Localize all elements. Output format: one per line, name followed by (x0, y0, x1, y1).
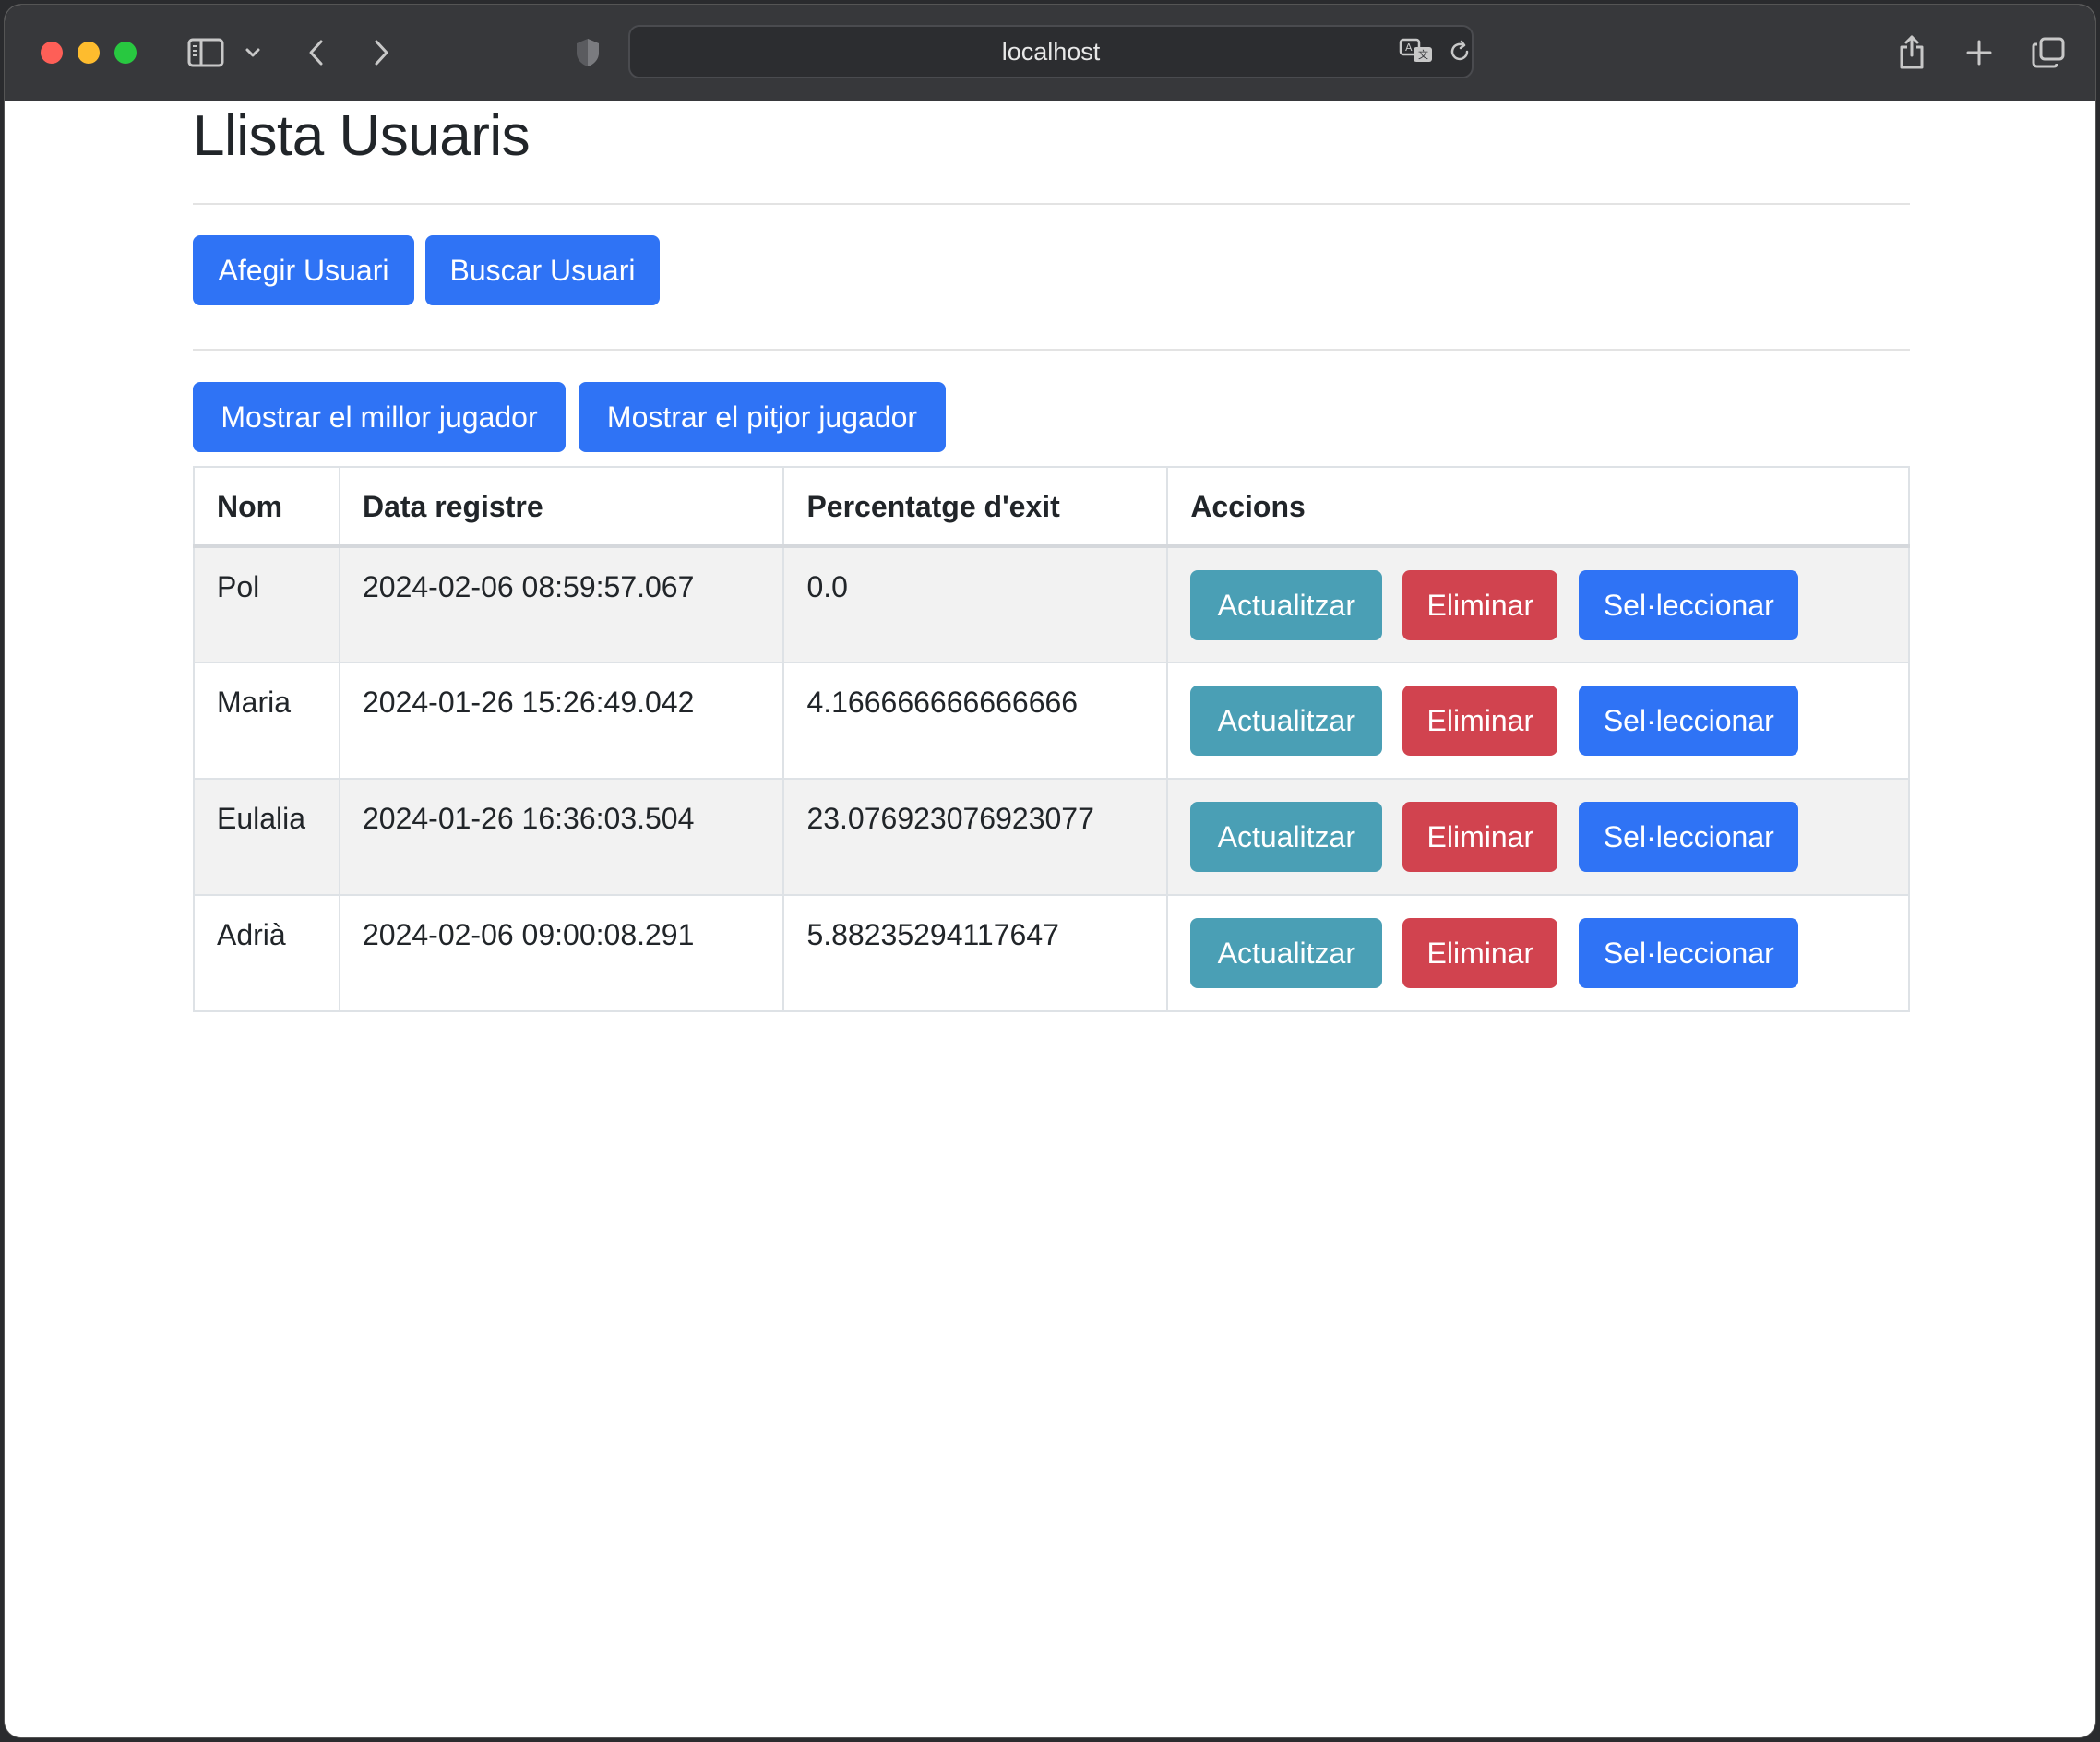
cell-percent: 0.0 (782, 545, 1169, 663)
search-user-button[interactable]: Buscar Usuari (425, 235, 660, 305)
new-tab-icon[interactable] (1964, 38, 1994, 67)
update-button[interactable]: Actualitzar (1190, 686, 1383, 756)
cell-date: 2024-01-26 15:26:49.042 (338, 662, 785, 780)
divider (193, 349, 1910, 351)
update-button[interactable]: Actualitzar (1190, 802, 1383, 872)
sidebar-icon[interactable] (185, 36, 226, 69)
delete-button[interactable]: Eliminar (1402, 570, 1558, 640)
shield-icon[interactable] (573, 36, 603, 69)
address-text: localhost (1001, 37, 1101, 66)
chevron-down-icon[interactable] (243, 43, 263, 62)
delete-button[interactable]: Eliminar (1402, 802, 1558, 872)
column-header-name: Nom (193, 466, 340, 548)
tabs-overview-icon[interactable] (2031, 36, 2066, 69)
reload-icon[interactable] (1446, 38, 1474, 66)
select-button[interactable]: Sel·leccionar (1579, 570, 1799, 640)
table-row: Eulalia 2024-01-26 16:36:03.504 23.07692… (193, 778, 1910, 896)
delete-button[interactable]: Eliminar (1402, 686, 1558, 756)
delete-button[interactable]: Eliminar (1402, 918, 1558, 988)
cell-percent: 5.88235294117647 (782, 894, 1169, 1012)
cell-actions: Actualitzar Eliminar Sel·leccionar (1166, 894, 1910, 1012)
cell-actions: Actualitzar Eliminar Sel·leccionar (1166, 545, 1910, 663)
cell-date: 2024-02-06 08:59:57.067 (338, 545, 785, 663)
column-header-actions: Accions (1166, 466, 1910, 548)
cell-name: Pol (193, 545, 340, 663)
cell-name: Adrià (193, 894, 340, 1012)
cell-actions: Actualitzar Eliminar Sel·leccionar (1166, 778, 1910, 896)
divider (193, 203, 1910, 205)
update-button[interactable]: Actualitzar (1190, 570, 1383, 640)
add-user-button[interactable]: Afegir Usuari (193, 235, 414, 305)
show-best-player-button[interactable]: Mostrar el millor jugador (193, 382, 566, 452)
browser-toolbar: localhost A文 (5, 5, 2095, 101)
cell-percent: 23.076923076923077 (782, 778, 1169, 896)
svg-text:文: 文 (1418, 48, 1428, 61)
cell-date: 2024-02-06 09:00:08.291 (338, 894, 785, 1012)
column-header-percent: Percentatge d'exit (782, 466, 1169, 548)
page-title: Llista Usuaris (193, 104, 531, 168)
show-worst-player-button[interactable]: Mostrar el pitjor jugador (579, 382, 946, 452)
cell-name: Eulalia (193, 778, 340, 896)
table-row: Maria 2024-01-26 15:26:49.042 4.16666666… (193, 662, 1910, 780)
select-button[interactable]: Sel·leccionar (1579, 918, 1799, 988)
users-table: Nom Data registre Percentatge d'exit Acc… (193, 466, 1910, 1012)
cell-date: 2024-01-26 16:36:03.504 (338, 778, 785, 896)
update-button[interactable]: Actualitzar (1190, 918, 1383, 988)
svg-text:A: A (1405, 42, 1413, 54)
table-row: Pol 2024-02-06 08:59:57.067 0.0 Actualit… (193, 545, 1910, 663)
cell-name: Maria (193, 662, 340, 780)
translate-icon[interactable]: A文 (1398, 34, 1435, 67)
column-header-date: Data registre (338, 466, 785, 548)
close-window-button[interactable] (41, 42, 63, 64)
address-bar[interactable]: localhost A文 (628, 25, 1474, 78)
table-header-row: Nom Data registre Percentatge d'exit Acc… (193, 466, 1910, 548)
back-icon[interactable] (304, 36, 329, 69)
cell-percent: 4.166666666666666 (782, 662, 1169, 780)
share-icon[interactable] (1896, 32, 1927, 71)
zoom-window-button[interactable] (114, 42, 137, 64)
table-row: Adrià 2024-02-06 09:00:08.291 5.88235294… (193, 894, 1910, 1012)
browser-window: localhost A文 Llista Usuaris Afegir Usuar… (5, 5, 2095, 1737)
minimize-window-button[interactable] (78, 42, 100, 64)
cell-actions: Actualitzar Eliminar Sel·leccionar (1166, 662, 1910, 780)
forward-icon[interactable] (368, 36, 394, 69)
select-button[interactable]: Sel·leccionar (1579, 686, 1799, 756)
select-button[interactable]: Sel·leccionar (1579, 802, 1799, 872)
page-content: Llista Usuaris Afegir Usuari Buscar Usua… (5, 101, 2095, 1737)
